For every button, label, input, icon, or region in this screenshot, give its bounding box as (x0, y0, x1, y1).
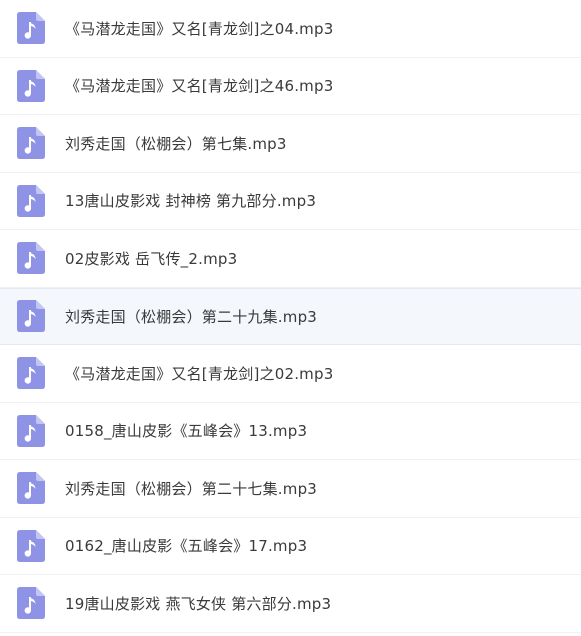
music-file-icon (17, 472, 45, 505)
music-file-icon (17, 587, 45, 620)
file-name: 刘秀走国（松棚会）第二十七集.mp3 (65, 479, 318, 498)
music-file-icon (17, 414, 45, 447)
file-row[interactable]: 刘秀走国（松棚会）第七集.mp3 (0, 115, 581, 173)
file-row[interactable]: 13唐山皮影戏 封神榜 第九部分.mp3 (0, 172, 581, 230)
file-row[interactable]: 《马潜龙走国》又名[青龙剑]之04.mp3 (0, 0, 581, 58)
file-name: 13唐山皮影戏 封神榜 第九部分.mp3 (65, 192, 317, 211)
file-list: 《马潜龙走国》又名[青龙剑]之04.mp3 《马潜龙走国》又名[青龙剑]之46.… (0, 0, 581, 636)
music-file-icon (17, 357, 45, 390)
music-file-icon (17, 12, 45, 45)
file-name: 0158_唐山皮影《五峰会》13.mp3 (65, 422, 308, 441)
file-row[interactable]: 《马潜龙走国》又名[青龙剑]之02.mp3 (0, 345, 581, 403)
file-name: 《马潜龙走国》又名[青龙剑]之02.mp3 (65, 364, 334, 383)
file-row[interactable]: 19唐山皮影戏 燕飞女侠 第六部分.mp3 (0, 575, 581, 633)
file-name: 0162_唐山皮影《五峰会》17.mp3 (65, 537, 308, 556)
file-row[interactable]: 刘秀走国（松棚会）第二十七集.mp3 (0, 460, 581, 518)
music-file-icon (17, 242, 45, 275)
file-row[interactable]: 0158_唐山皮影《五峰会》13.mp3 (0, 402, 581, 460)
file-name: 刘秀走国（松棚会）第七集.mp3 (65, 134, 287, 153)
file-name: 《马潜龙走国》又名[青龙剑]之04.mp3 (65, 19, 334, 38)
file-name: 刘秀走国（松棚会）第二十九集.mp3 (65, 307, 318, 326)
music-file-icon (17, 184, 45, 217)
file-name: 02皮影戏 岳飞传_2.mp3 (65, 249, 238, 268)
music-file-icon (17, 69, 45, 102)
file-row-selected[interactable]: 刘秀走国（松棚会）第二十九集.mp3 (0, 287, 581, 345)
file-row[interactable]: 0162_唐山皮影《五峰会》17.mp3 (0, 517, 581, 575)
file-row[interactable]: 《马潜龙走国》又名[青龙剑]之46.mp3 (0, 57, 581, 115)
music-file-icon (17, 300, 45, 333)
file-name: 19唐山皮影戏 燕飞女侠 第六部分.mp3 (65, 594, 332, 613)
file-row[interactable]: 02皮影戏 岳飞传_2.mp3 (0, 230, 581, 288)
music-file-icon (17, 529, 45, 562)
file-name: 《马潜龙走国》又名[青龙剑]之46.mp3 (65, 77, 334, 96)
music-file-icon (17, 127, 45, 160)
